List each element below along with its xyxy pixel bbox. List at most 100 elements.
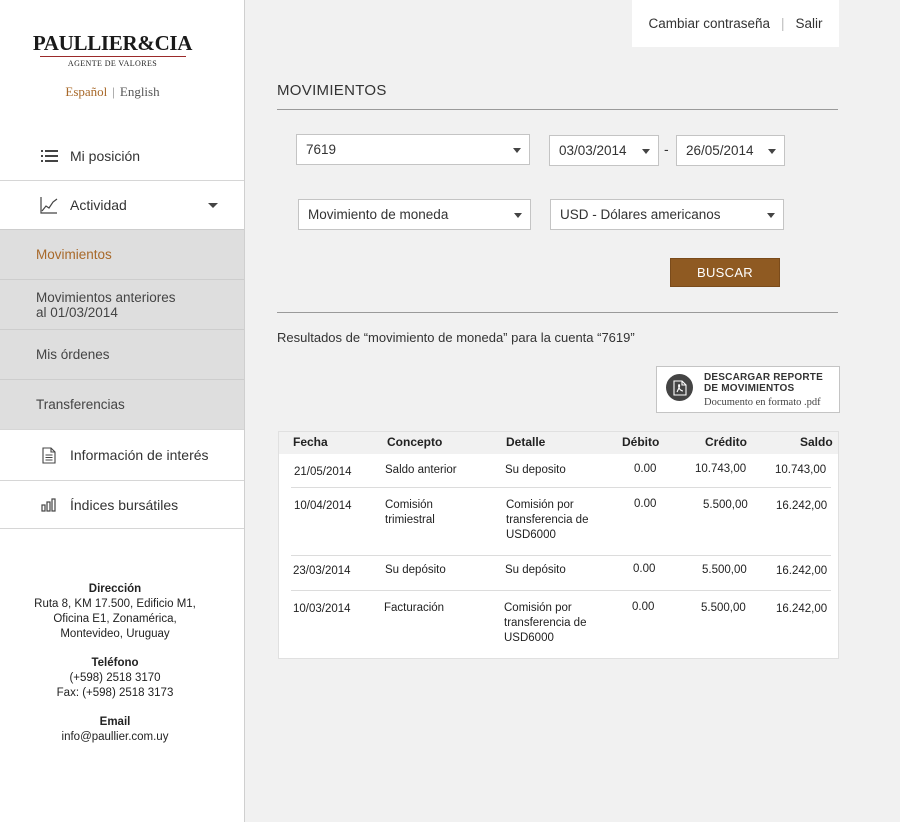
cell-concepto: Saldo anterior: [385, 464, 457, 476]
currency-value: USD - Dólares americanos: [560, 207, 721, 222]
address-line: Oficina E1, Zonamérica,: [53, 613, 177, 625]
account-select[interactable]: 7619: [296, 134, 530, 165]
cell-fecha: 10/04/2014: [294, 500, 352, 512]
col-saldo[interactable]: Saldo: [800, 435, 833, 449]
cell-concepto: Facturación: [384, 602, 445, 614]
address-label: Dirección: [88, 583, 142, 595]
brand-name: PAULLIER&CIA: [32, 31, 193, 55]
movement-type-value: Movimiento de moneda: [308, 207, 449, 222]
cell-saldo: 10.743,00: [775, 464, 827, 476]
col-debito[interactable]: Débito: [622, 435, 659, 449]
cell-debito: 0.00: [634, 498, 657, 510]
bar-chart-icon: [40, 496, 58, 514]
nav-label-mi-posicion: Mi posición: [70, 147, 141, 164]
contact-info: Dirección Ruta 8, KM 17.500, Edificio M1…: [0, 582, 230, 759]
sub-label-line1: Movimientos anteriores: [36, 289, 176, 305]
nav-item-informacion[interactable]: Información de interés: [0, 429, 244, 480]
cell-credito: 5.500,00: [701, 602, 746, 614]
chevron-down-icon[interactable]: [208, 203, 218, 208]
pdf-icon: [666, 374, 693, 401]
cell-fecha: 21/05/2014: [294, 466, 352, 478]
logout-link[interactable]: Salir: [796, 16, 823, 31]
movement-type-select[interactable]: Movimiento de moneda: [298, 199, 531, 230]
sidebar-item-movimientos[interactable]: Movimientos: [0, 229, 244, 279]
search-button[interactable]: BUSCAR: [670, 258, 780, 287]
date-from-select[interactable]: 03/03/2014: [549, 135, 659, 166]
cell-saldo: 16.242,00: [776, 500, 828, 512]
chevron-down-icon: [513, 148, 521, 153]
table-header: Fecha Concepto Detalle Débito Crédito Sa…: [279, 432, 838, 454]
col-detalle[interactable]: Detalle: [506, 435, 545, 449]
page-title: MOVIMIENTOS: [277, 82, 387, 99]
sidebar-item-mis-ordenes[interactable]: Mis órdenes: [0, 329, 244, 379]
phone-number: (+598) 2518 3170: [69, 672, 161, 684]
sidebar-item-movimientos-anteriores[interactable]: Movimientos anteriores al 01/03/2014: [0, 279, 244, 329]
lang-espanol[interactable]: Español: [65, 84, 107, 99]
col-credito[interactable]: Crédito: [705, 435, 747, 449]
movements-table: Fecha Concepto Detalle Débito Crédito Sa…: [278, 431, 839, 659]
sidebar-item-transferencias[interactable]: Transferencias: [0, 379, 244, 429]
chevron-down-icon: [768, 149, 776, 154]
brand-tagline: AGENTE DE VALORES: [67, 59, 158, 68]
nav-label-informacion: Información de interés: [70, 447, 209, 463]
row-divider: [291, 555, 831, 556]
cell-detalle: Su depósito: [505, 564, 566, 576]
download-title-line2: DE MOVIMIENTOS: [704, 383, 795, 394]
cell-saldo: 16.242,00: [776, 603, 828, 615]
download-title: DESCARGAR REPORTE DE MOVIMIENTOS: [704, 372, 823, 394]
cell-detalle: Su deposito: [505, 464, 566, 476]
download-report-button[interactable]: DESCARGAR REPORTE DE MOVIMIENTOS Documen…: [656, 366, 840, 413]
cell-concepto: Su depósito: [385, 564, 446, 576]
nav-item-actividad[interactable]: Actividad: [0, 180, 244, 229]
logo-rule: [39, 56, 186, 57]
brand-logo[interactable]: PAULLIER&CIA AGENTE DE VALORES: [0, 30, 225, 68]
cell-detalle-line: USD6000: [504, 632, 554, 644]
lang-english[interactable]: English: [120, 84, 160, 99]
sidebar: PAULLIER&CIA AGENTE DE VALORES Español | E…: [0, 0, 245, 822]
cell-concepto-line: trimiestral: [385, 514, 435, 526]
cell-saldo: 16.242,00: [776, 565, 828, 577]
cell-debito: 0.00: [633, 563, 656, 575]
row-divider: [291, 590, 831, 591]
results-summary: Resultados de “movimiento de moneda” par…: [277, 330, 635, 345]
nav-item-mi-posicion[interactable]: Mi posición: [0, 131, 244, 180]
currency-select[interactable]: USD - Dólares americanos: [550, 199, 784, 230]
chevron-down-icon: [767, 213, 775, 218]
date-range-separator: -: [664, 141, 669, 157]
nav-item-indices[interactable]: Índices bursátiles: [0, 480, 244, 529]
cell-fecha: 23/03/2014: [293, 565, 351, 577]
change-password-link[interactable]: Cambiar contraseña: [648, 16, 770, 31]
download-title-line1: DESCARGAR REPORTE: [704, 372, 823, 383]
sub-label-line2: al 01/03/2014: [36, 304, 118, 320]
email-label: Email: [99, 716, 131, 728]
language-switcher: Español | English: [0, 84, 225, 100]
cell-credito: 5.500,00: [703, 499, 748, 511]
download-subtitle: Documento en formato .pdf: [704, 397, 821, 408]
chevron-down-icon: [642, 149, 650, 154]
row-divider: [291, 487, 831, 488]
cell-credito: 5.500,00: [702, 564, 747, 576]
topbar-separator: |: [781, 16, 785, 31]
cell-concepto-line: Comisión: [385, 499, 433, 511]
date-from-value: 03/03/2014: [559, 143, 627, 158]
title-divider: [277, 109, 838, 110]
chevron-down-icon: [514, 213, 522, 218]
phone-label: Teléfono: [91, 657, 139, 669]
cell-fecha: 10/03/2014: [293, 603, 351, 615]
col-fecha[interactable]: Fecha: [293, 435, 328, 449]
cell-debito: 0.00: [634, 463, 657, 475]
nav-label-actividad: Actividad: [70, 197, 127, 213]
date-to-select[interactable]: 26/05/2014: [676, 135, 785, 166]
col-concepto[interactable]: Concepto: [387, 435, 442, 449]
cell-detalle-line: Comisión por: [504, 602, 572, 614]
account-select-value: 7619: [306, 142, 337, 157]
chart-line-icon: [40, 196, 58, 214]
list-icon: [40, 147, 58, 165]
fax-number: Fax: (+598) 2518 3173: [56, 687, 174, 699]
address-line: Ruta 8, KM 17.500, Edificio M1,: [34, 598, 196, 610]
cell-detalle-line: Comisión por: [506, 499, 574, 511]
address-line: Montevideo, Uruguay: [60, 628, 170, 640]
cell-detalle-line: transferencia de: [504, 617, 587, 629]
email-link[interactable]: info@paullier.com.uy: [0, 730, 230, 745]
lang-separator: |: [112, 84, 115, 99]
